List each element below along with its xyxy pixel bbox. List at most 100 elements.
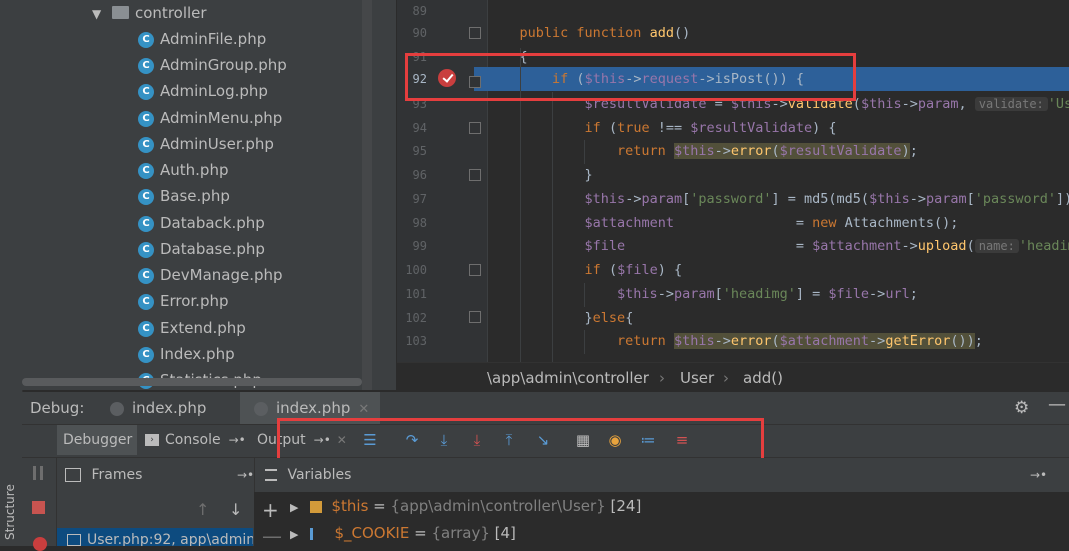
pause-icon[interactable] xyxy=(33,466,43,480)
frame-icon xyxy=(67,534,81,546)
variables-header: Variables →• xyxy=(254,458,1069,493)
variable-type: {array} xyxy=(431,524,490,542)
code-line: $this->param['headimg'] = $file->url; xyxy=(617,286,918,302)
remove-icon[interactable]: — xyxy=(262,524,282,548)
variable-count: [24] xyxy=(605,497,642,515)
php-class-icon: C xyxy=(138,346,154,363)
frame-item-selected[interactable]: User.php:92, app\admin xyxy=(57,528,253,546)
line-number: 89 xyxy=(412,4,427,18)
fold-marker-icon[interactable] xyxy=(469,27,481,39)
php-file-icon xyxy=(254,401,268,416)
tree-file[interactable]: C AdminFile.php xyxy=(138,26,266,52)
code-line: return $this->error($resultValidate); xyxy=(617,143,918,159)
fold-marker-icon[interactable] xyxy=(469,264,481,276)
tree-file[interactable]: C Extend.php xyxy=(138,315,246,341)
view-breakpoints-icon[interactable] xyxy=(33,537,47,551)
tab-label: index.php xyxy=(276,399,351,417)
project-tree: ▼ controller C AdminFile.php C AdminGroup.p… xyxy=(22,0,396,390)
object-icon xyxy=(310,500,323,513)
tree-file[interactable]: C Base.php xyxy=(138,183,230,209)
tree-file-label: AdminMenu.php xyxy=(160,109,283,127)
php-class-icon: C xyxy=(138,57,154,74)
pin-icon[interactable]: →• xyxy=(229,433,246,447)
tree-folder-label: controller xyxy=(135,4,207,22)
line-number: 99 xyxy=(412,239,427,253)
tree-file[interactable]: C Index.php xyxy=(138,341,235,367)
tree-file-label: Error.php xyxy=(160,292,229,310)
line-number: 94 xyxy=(412,121,427,135)
tree-file[interactable]: C Database.php xyxy=(138,236,265,262)
frames-title: Frames xyxy=(91,467,143,483)
fold-marker-icon[interactable] xyxy=(469,169,481,181)
expand-arrow-icon[interactable]: ▶ xyxy=(290,528,298,541)
tree-file[interactable]: C AdminUser.php xyxy=(138,131,274,157)
php-class-icon: C xyxy=(138,31,154,48)
code-line: if ($file) { xyxy=(584,262,683,278)
tab-console[interactable]: › Console →• xyxy=(145,425,246,455)
tree-vertical-scrollbar[interactable] xyxy=(362,0,372,390)
variables-title: Variables xyxy=(287,467,352,483)
breadcrumb-class[interactable]: User xyxy=(680,363,714,393)
arrow-down-icon[interactable]: ↓ xyxy=(229,500,242,519)
breadcrumb-separator-icon: › xyxy=(723,369,729,387)
breadcrumb-method[interactable]: add() xyxy=(743,363,783,393)
expand-arrow-icon[interactable]: ▶ xyxy=(290,501,298,514)
gear-icon[interactable]: ⚙ xyxy=(1014,398,1029,418)
close-icon[interactable]: ✕ xyxy=(358,402,369,417)
variable-type: {app\admin\controller\User} xyxy=(390,497,606,515)
breadcrumb-path[interactable]: \app\admin\controller xyxy=(487,363,649,393)
frames-icon xyxy=(65,468,81,482)
minimize-icon[interactable]: — xyxy=(1048,394,1066,415)
tree-file[interactable]: C Error.php xyxy=(138,288,229,314)
variable-row[interactable]: ▶ $this = {app\admin\controller\User} [24… xyxy=(290,493,641,520)
debug-label: Debug: xyxy=(30,399,85,417)
tree-file-label: AdminFile.php xyxy=(160,30,267,48)
variable-equals: = xyxy=(368,497,391,515)
tree-file-label: Extend.php xyxy=(160,319,246,337)
tree-file-label: Index.php xyxy=(160,345,235,363)
code-line: if (true !== $resultValidate) { xyxy=(584,120,837,136)
php-class-icon: C xyxy=(138,267,154,284)
tab-label: index.php xyxy=(132,399,207,417)
tree-file-label: AdminGroup.php xyxy=(160,56,287,74)
tree-file[interactable]: C AdminLog.php xyxy=(138,78,268,104)
php-class-icon: C xyxy=(138,136,154,153)
pin-icon[interactable]: →• xyxy=(1030,458,1047,492)
array-icon xyxy=(310,527,325,540)
variable-row[interactable]: ▶ $_COOKIE = {array} [4] xyxy=(290,520,516,547)
folder-icon xyxy=(112,6,129,19)
line-number: 98 xyxy=(412,216,427,230)
chevron-down-icon[interactable]: ▼ xyxy=(92,1,104,27)
tree-file[interactable]: C DevManage.php xyxy=(138,262,283,288)
line-number: 95 xyxy=(412,144,427,158)
code-line: return $this->error($attachment->getErro… xyxy=(617,333,983,349)
debug-tab-index[interactable]: index.php xyxy=(100,392,236,424)
line-number: 101 xyxy=(405,287,427,301)
arrow-up-icon[interactable]: ↑ xyxy=(196,500,209,519)
stop-icon[interactable] xyxy=(32,501,45,514)
php-class-icon: C xyxy=(138,293,154,310)
frame-item-label: User.php:92, app\admin xyxy=(87,532,253,546)
pin-icon[interactable]: →• xyxy=(237,458,254,492)
code-line: public function add() xyxy=(519,25,691,41)
tree-file-label: Databack.php xyxy=(160,214,265,232)
tab-debugger[interactable]: Debugger xyxy=(57,425,137,455)
line-number: 102 xyxy=(405,311,427,325)
tree-horizontal-scrollbar[interactable] xyxy=(22,378,362,386)
structure-tool-strip: Structure xyxy=(0,0,23,546)
tree-file[interactable]: C AdminGroup.php xyxy=(138,52,287,78)
structure-tool-label[interactable]: Structure xyxy=(3,484,17,540)
tree-file[interactable]: C Databack.php xyxy=(138,210,265,236)
breadcrumb: \app\admin\controller › User › add() xyxy=(397,362,1069,393)
add-icon[interactable]: + xyxy=(262,498,279,522)
annotation-box-current-line xyxy=(405,53,856,101)
tree-file[interactable]: C Auth.php xyxy=(138,157,228,183)
line-number: 96 xyxy=(412,168,427,182)
php-class-icon: C xyxy=(138,110,154,127)
tree-file[interactable]: C AdminMenu.php xyxy=(138,105,282,131)
fold-marker-icon[interactable] xyxy=(469,311,481,323)
tree-folder-controller[interactable]: ▼ controller xyxy=(92,0,207,26)
fold-marker-icon[interactable] xyxy=(469,122,481,134)
parameter-hint: name: xyxy=(974,239,1019,253)
php-file-icon xyxy=(110,401,124,416)
